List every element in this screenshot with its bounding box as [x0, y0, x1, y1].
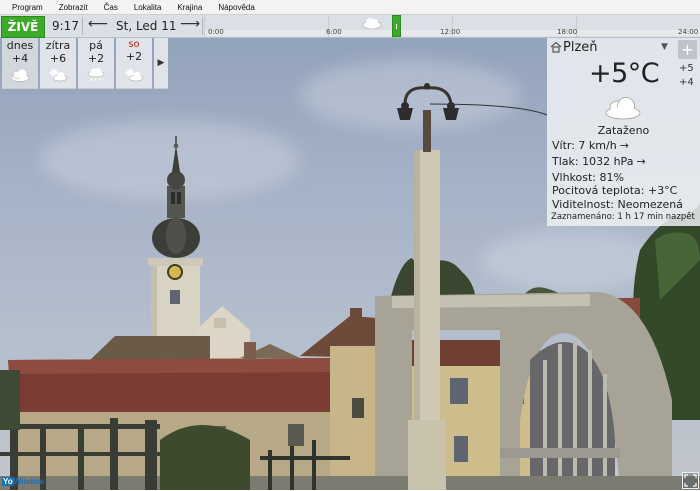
pressure-trend-arrow-icon: →	[636, 155, 646, 168]
location-name[interactable]: Plzeň	[563, 40, 598, 55]
forecast-day-today[interactable]: dnes +4	[2, 38, 38, 89]
menu-krajina[interactable]: Krajina	[169, 3, 210, 12]
timeline-tick: 6:00	[326, 28, 342, 36]
fullscreen-button[interactable]	[682, 472, 699, 489]
low-temp: +4	[679, 77, 694, 88]
sun-cloud-icon	[125, 68, 144, 82]
cloud-icon	[605, 97, 641, 120]
timeline-tick: 24:00	[678, 28, 699, 36]
location-dropdown-icon[interactable]: ▼	[661, 42, 668, 52]
pressure-row: Tlak: 1032 hPa →	[552, 155, 646, 168]
weather-condition: Zataženo	[597, 124, 650, 137]
high-low-temps: +5 +4	[679, 62, 694, 90]
current-date: St, Led 11	[116, 19, 177, 33]
menu-lokalita[interactable]: Lokalita	[126, 3, 170, 12]
fullscreen-icon	[684, 474, 697, 487]
previous-day-arrow-icon[interactable]: ⟵	[88, 16, 108, 32]
forecast-day-tomorrow[interactable]: zítra +6	[40, 38, 76, 89]
forecast-day-label: pá	[89, 39, 103, 52]
humidity-value: Vlhkost: 81%	[552, 171, 624, 184]
forecast-day-saturday[interactable]: so +2	[116, 38, 152, 89]
live-button[interactable]: ŽIVĚ	[1, 16, 45, 38]
menu-bar: Program Zobrazit Čas Lokalita Krajina Ná…	[0, 0, 700, 15]
forecast-day-friday[interactable]: pá +2	[78, 38, 114, 89]
feels-like-value: Pocitová teplota: +3°C	[552, 184, 678, 197]
forecast-temp: +4	[11, 52, 29, 65]
wind-value: Vítr: 7 km/h	[552, 139, 617, 152]
time-bar: ŽIVĚ 9:17 ⟵ St, Led 11 ⟶ 0:00 6:00 12:00…	[0, 15, 700, 38]
current-time: 9:17	[52, 19, 79, 33]
add-location-button[interactable]: +	[678, 40, 697, 59]
yowindow-logo[interactable]: YoWindow	[2, 477, 44, 486]
forecast-temp: +6	[49, 52, 67, 65]
visibility-value: Viditelnost: Neomezená	[552, 198, 683, 211]
forecast-day-label: so	[128, 39, 140, 50]
separator	[202, 17, 203, 35]
high-temp: +5	[679, 63, 694, 74]
wind-row: Vítr: 7 km/h →	[552, 139, 629, 152]
forecast-more-arrow-icon[interactable]: ▶	[154, 38, 168, 89]
pressure-value: Tlak: 1032 hPa	[552, 155, 634, 168]
forecast-day-label: dnes	[6, 39, 34, 52]
timeline-tick: 18:00	[557, 28, 578, 36]
sun-cloud-icon	[49, 68, 68, 82]
separator	[82, 17, 83, 35]
menu-program[interactable]: Program	[0, 3, 51, 12]
next-day-arrow-icon[interactable]: ⟶	[180, 16, 200, 32]
timeline-tick: 12:00	[440, 28, 461, 36]
timeline-slider-handle[interactable]	[392, 15, 401, 37]
rain-cloud-icon	[87, 68, 105, 82]
forecast-strip: dnes +4 zítra +6 pá +2 so +2 ▶	[2, 38, 168, 89]
forecast-temp: +2	[87, 52, 105, 65]
menu-zobrazit[interactable]: Zobrazit	[51, 3, 96, 12]
wind-direction-arrow-icon: →	[619, 139, 629, 152]
logo-window: Window	[13, 477, 45, 486]
weather-panel: Plzeň ▼ + +5°C +5 +4 Zataženo Vítr: 7 km…	[547, 38, 700, 226]
home-icon	[550, 41, 562, 53]
forecast-day-label: zítra	[45, 39, 71, 52]
timeline-tick: 0:00	[208, 28, 224, 36]
menu-napoveda[interactable]: Nápověda	[210, 3, 262, 12]
menu-cas[interactable]: Čas	[96, 3, 126, 12]
forecast-temp: +2	[125, 50, 143, 63]
logo-yo: Yo	[2, 477, 14, 486]
recorded-time: Zaznamenáno: 1 h 17 min nazpět	[551, 212, 695, 222]
current-temperature: +5°C	[589, 58, 660, 89]
day-timeline[interactable]: 0:00 6:00 12:00 18:00 24:00	[204, 15, 700, 37]
cloud-icon	[10, 69, 30, 82]
cloud-icon	[362, 18, 382, 29]
